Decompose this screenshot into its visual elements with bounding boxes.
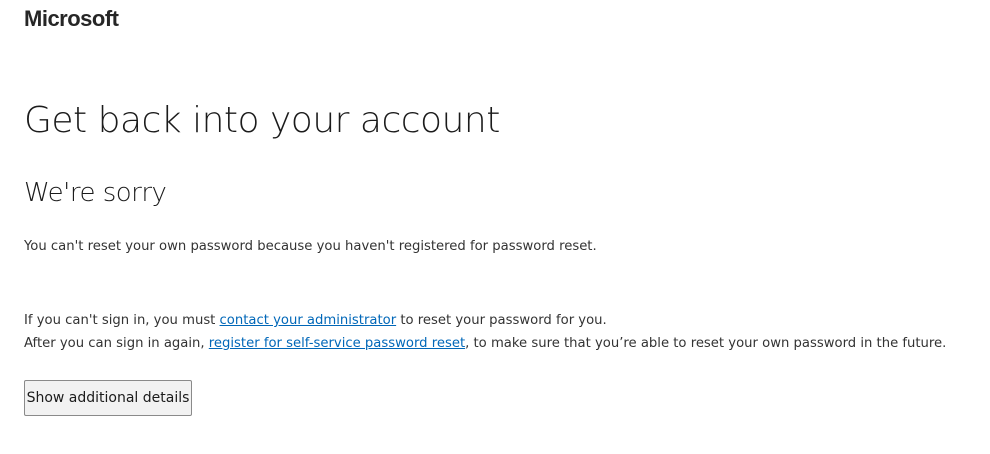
- error-message: You can't reset your own password becaus…: [24, 239, 597, 254]
- help-line-contact-admin-prefix: If you can't sign in, you must: [24, 313, 220, 328]
- help-line-register-sspr-prefix: After you can sign in again,: [24, 336, 209, 351]
- help-line-contact-admin-suffix: to reset your password for you.: [396, 313, 607, 328]
- help-line-contact-admin: If you can't sign in, you must contact y…: [24, 313, 607, 328]
- page-title: Get back into your account: [24, 100, 500, 141]
- register-sspr-link[interactable]: register for self-service password reset: [209, 336, 465, 351]
- page-subtitle: We're sorry: [24, 178, 167, 208]
- microsoft-logo: Microsoft: [24, 6, 119, 31]
- help-line-register-sspr-suffix: , to make sure that you’re able to reset…: [465, 336, 947, 351]
- help-line-register-sspr: After you can sign in again, register fo…: [24, 336, 946, 351]
- contact-administrator-link[interactable]: contact your administrator: [220, 313, 397, 328]
- show-additional-details-button[interactable]: Show additional details: [24, 380, 192, 416]
